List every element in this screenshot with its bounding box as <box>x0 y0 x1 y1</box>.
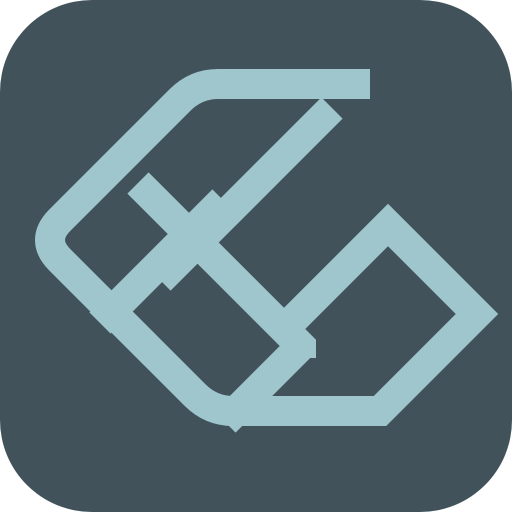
geometric-lattice-logo-icon <box>35 69 499 433</box>
app-icon[interactable] <box>0 0 512 512</box>
logo-outer-outline <box>35 69 499 426</box>
